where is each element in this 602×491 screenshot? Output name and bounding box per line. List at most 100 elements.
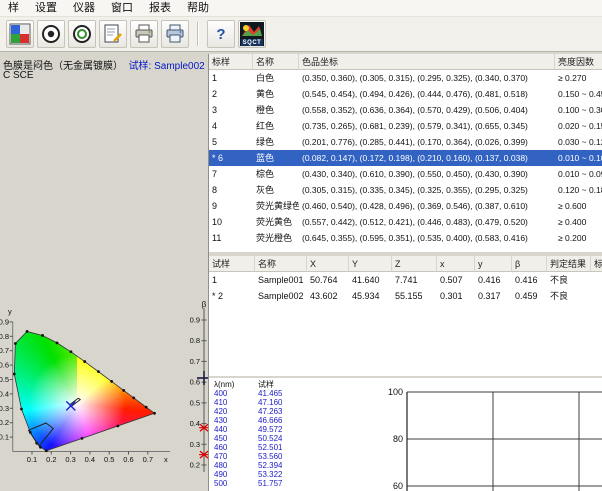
cell: 430 [209,416,258,425]
svg-text:0.1: 0.1 [27,455,37,464]
svg-text:0.8: 0.8 [0,332,9,341]
cell: (0.558, 0.352), (0.636, 0.364), (0.570, … [299,102,555,118]
column-header[interactable]: X [307,256,349,272]
table-row[interactable]: * 6蓝色(0.082, 0.147), (0.172, 0.198), (0.… [209,150,602,166]
column-header[interactable]: y [475,256,512,272]
spectral-row: 42047.263 [209,407,387,416]
column-header[interactable]: 判定结果 [547,256,591,272]
cell: 0.507 [437,272,475,288]
column-header[interactable]: 亮度因数 [555,54,602,70]
svg-text:0.5: 0.5 [190,398,200,407]
cell: 5 [209,134,253,150]
help-button[interactable]: ? [207,20,235,48]
cell: 0.010 ~ 0.090 [555,166,602,182]
cell: (0.645, 0.355), (0.595, 0.351), (0.535, … [299,230,555,246]
table-row[interactable]: 2黄色(0.545, 0.454), (0.494, 0.426), (0.44… [209,86,602,102]
spectral-row: 43046.666 [209,416,387,425]
measure-mode: C SCE [3,70,34,81]
table-header-row: 试样名称XYZxyβ判定结果标 [209,256,602,272]
cell: 0.416 [512,272,547,288]
svg-text:0.3: 0.3 [190,440,200,449]
svg-text:0.7: 0.7 [190,357,200,366]
toolbar-separator [197,22,199,46]
spectral-row: 41047.160 [209,398,387,407]
report-icon [102,23,124,45]
menu-item-3[interactable]: 仪器 [65,0,103,16]
menu-item-5[interactable]: 报表 [141,0,179,16]
table-row[interactable]: 1白色(0.350, 0.360), (0.305, 0.315), (0.29… [209,70,602,86]
svg-text:100: 100 [388,387,403,397]
cell: 51.757 [258,479,282,488]
column-header[interactable]: 试样 [209,256,255,272]
table-row[interactable]: 9荧光黄绿色(0.460, 0.540), (0.428, 0.496), (0… [209,198,602,214]
cell: 52.394 [258,461,282,470]
cell: 0.150 ~ 0.450 [555,86,602,102]
cell: λ(nm) [209,380,258,389]
svg-text:0.3: 0.3 [65,455,75,464]
cell: 53.560 [258,452,282,461]
spectral-table: λ(nm)试样40041.46541047.16042047.26343046.… [209,380,387,491]
table-row[interactable]: 1Sample00150.76441.6407.7410.5070.4160.4… [209,272,602,288]
column-header[interactable]: 色品坐标 [299,54,555,70]
cell: (0.305, 0.315), (0.335, 0.345), (0.325, … [299,182,555,198]
cell [591,272,602,288]
cell: 490 [209,470,258,479]
svg-text:0.9: 0.9 [0,317,9,326]
measure-sample-icon [71,23,93,45]
measure-sample-button[interactable] [68,20,96,48]
cell: 400 [209,389,258,398]
menu-bar: 样设置仪器窗口报表帮助 [0,0,602,17]
column-header[interactable]: 标 [591,256,602,272]
table-row[interactable]: 10荧光黄色(0.557, 0.442), (0.512, 0.421), (0… [209,214,602,230]
right-panel: 标样名称色品坐标亮度因数1白色(0.350, 0.360), (0.305, 0… [208,54,602,491]
cell: 3 [209,102,253,118]
measure-target-icon [40,23,62,45]
column-header[interactable]: x [437,256,475,272]
sqct-button[interactable]: SQCT [238,20,266,48]
cell: 0.416 [475,272,512,288]
table-row[interactable]: 11荧光橙色(0.645, 0.355), (0.595, 0.351), (0… [209,230,602,246]
svg-text:0.6: 0.6 [190,378,200,387]
table-row[interactable]: * 2Sample00243.60245.93455.1550.3010.317… [209,288,602,304]
measure-target-button[interactable] [37,20,65,48]
column-header[interactable]: 名称 [255,256,307,272]
table-row[interactable]: 7棕色(0.430, 0.340), (0.610, 0.390), (0.55… [209,166,602,182]
menu-item-6[interactable]: 帮助 [179,0,217,16]
svg-text:0.9: 0.9 [190,316,200,325]
cell: ≥ 0.600 [555,198,602,214]
cell: (0.201, 0.776), (0.285, 0.441), (0.170, … [299,134,555,150]
spectral-row: 46052.501 [209,443,387,452]
cell: 45.934 [349,288,392,304]
cell: 47.160 [258,398,282,407]
color-chart-button[interactable] [6,20,34,48]
spectral-chart: 1008060 [387,378,602,491]
table-row[interactable]: 5绿色(0.201, 0.776), (0.285, 0.441), (0.17… [209,134,602,150]
svg-text:0.2: 0.2 [0,418,9,427]
cell: 480 [209,461,258,470]
cell: 1 [209,272,255,288]
table-row[interactable]: 3橙色(0.558, 0.352), (0.636, 0.364), (0.57… [209,102,602,118]
print-button[interactable] [130,20,158,48]
cell: 410 [209,398,258,407]
table-row[interactable]: 8灰色(0.305, 0.315), (0.335, 0.345), (0.32… [209,182,602,198]
cell: 蓝色 [253,150,299,166]
print-preview-button[interactable] [161,20,189,48]
report-button[interactable] [99,20,127,48]
cell: ≥ 0.400 [555,214,602,230]
svg-text:0.4: 0.4 [190,419,200,428]
cell: 41.465 [258,389,282,398]
print-preview-icon [164,23,186,45]
svg-text:0.1: 0.1 [0,433,9,442]
menu-item-2[interactable]: 设置 [27,0,65,16]
svg-text:0.4: 0.4 [85,455,95,464]
menu-item-4[interactable]: 窗口 [103,0,141,16]
column-header[interactable]: β [512,256,547,272]
color-chart-icon [9,23,31,45]
table-row[interactable]: 4红色(0.735, 0.265), (0.681, 0.239), (0.57… [209,118,602,134]
column-header[interactable]: 名称 [253,54,299,70]
column-header[interactable]: 标样 [209,54,253,70]
column-header[interactable]: Z [392,256,437,272]
cell: ≥ 0.200 [555,230,602,246]
menu-item-1[interactable]: 样 [0,0,27,16]
column-header[interactable]: Y [349,256,392,272]
